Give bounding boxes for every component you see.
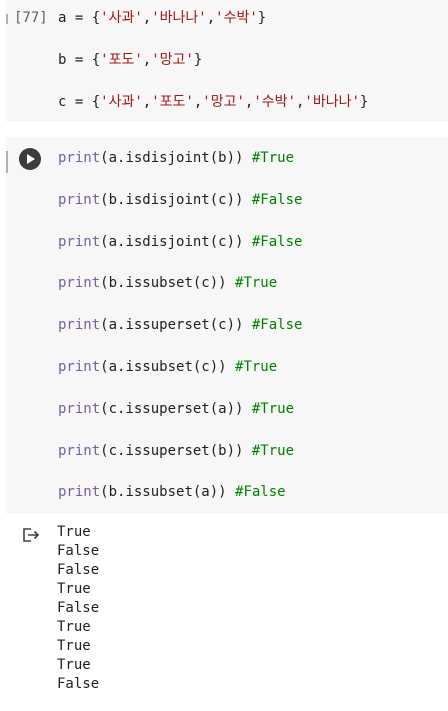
output-redirect-icon — [23, 528, 40, 542]
code-cell-1[interactable]: [77] a = {'사과','바나나','수박'} b = {'포도','망고'… — [6, 0, 448, 122]
string-literal: '바나나' — [304, 94, 360, 110]
variable-name: a = { — [58, 10, 101, 26]
string-literal: '망고' — [151, 52, 194, 68]
call-args: (a.isdisjoint(b)) — [100, 150, 252, 166]
function-name: print — [58, 191, 101, 208]
function-name: print — [58, 233, 101, 250]
code-comment: #True — [251, 150, 295, 166]
output-line: True — [57, 657, 91, 673]
string-literal: '망고' — [202, 94, 245, 110]
brace: } — [193, 52, 203, 68]
string-literal: '사과' — [100, 94, 143, 110]
function-name: print — [58, 484, 101, 501]
cell-gutter-mark — [6, 14, 8, 24]
code-comment: #True — [235, 359, 278, 375]
output-line: False — [57, 562, 100, 578]
code-line: print(a.issuperset(c)) #False — [58, 317, 302, 333]
call-args: (b.isdisjoint(c)) — [100, 191, 252, 208]
output-line: False — [57, 543, 100, 559]
string-literal: '사과' — [100, 10, 143, 26]
code-comment: #False — [251, 317, 303, 334]
function-name: print — [58, 359, 101, 375]
string-literal: '바나나' — [151, 10, 207, 26]
code-comment: #False — [235, 484, 286, 501]
string-literal: '포도' — [100, 52, 143, 68]
call-args: (c.issuperset(b)) — [100, 442, 252, 459]
string-literal: '수박' — [215, 10, 258, 26]
function-name: print — [58, 150, 101, 166]
code-line: print(a.isdisjoint(c)) #False — [58, 234, 302, 250]
function-name: print — [58, 275, 101, 292]
brace: } — [359, 94, 369, 110]
code-line: print(c.issuperset(b)) #True — [58, 443, 294, 459]
code-line: print(c.issuperset(a)) #True — [58, 401, 294, 417]
code-line: print(b.issubset(a)) #False — [58, 484, 286, 500]
code-line: b = {'포도','망고'} — [58, 52, 202, 68]
output-line: True — [57, 619, 91, 635]
string-literal: '포도' — [151, 94, 194, 110]
comma: , — [142, 10, 152, 26]
play-circle-icon[interactable] — [19, 148, 41, 170]
code-cell-2[interactable]: print(a.isdisjoint(b)) #True print(b.isdi… — [6, 137, 448, 514]
code-line: print(a.isdisjoint(b)) #True — [58, 150, 294, 166]
comma: , — [142, 94, 152, 110]
call-args: (b.issubset(c)) — [100, 275, 236, 292]
output-line: True — [57, 524, 91, 540]
code-line: a = {'사과','바나나','수박'} — [58, 10, 266, 26]
call-args: (b.issubset(a)) — [100, 484, 236, 501]
call-args: (a.isdisjoint(c)) — [100, 233, 252, 250]
call-args: (c.issuperset(a)) — [100, 400, 252, 417]
comma: , — [142, 52, 152, 68]
output-line: True — [57, 581, 91, 597]
output-line: False — [57, 676, 100, 692]
comma: , — [206, 10, 216, 26]
cell-gutter-mark — [6, 151, 8, 173]
call-args: (a.issuperset(c)) — [100, 317, 252, 334]
execution-count: [77] — [14, 10, 48, 26]
code-comment: #True — [235, 275, 278, 292]
code-comment: #False — [251, 191, 303, 208]
call-args: (a.issubset(c)) — [100, 359, 236, 375]
code-line: print(a.issubset(c)) #True — [58, 359, 277, 375]
output-line: False — [57, 600, 100, 616]
code-line: c = {'사과','포도','망고','수박','바나나'} — [58, 94, 368, 110]
variable-name: c = { — [58, 94, 101, 110]
code-line: print(b.issubset(c)) #True — [58, 275, 277, 291]
function-name: print — [58, 317, 101, 334]
output-line: True — [57, 638, 91, 654]
code-line: print(b.isdisjoint(c)) #False — [58, 192, 302, 208]
code-comment: #True — [251, 400, 295, 417]
string-literal: '수박' — [253, 94, 296, 110]
code-comment: #False — [251, 233, 303, 250]
variable-name: b = { — [58, 52, 101, 68]
function-name: print — [58, 442, 101, 459]
function-name: print — [58, 400, 101, 417]
brace: } — [257, 10, 267, 26]
code-comment: #True — [251, 442, 295, 459]
